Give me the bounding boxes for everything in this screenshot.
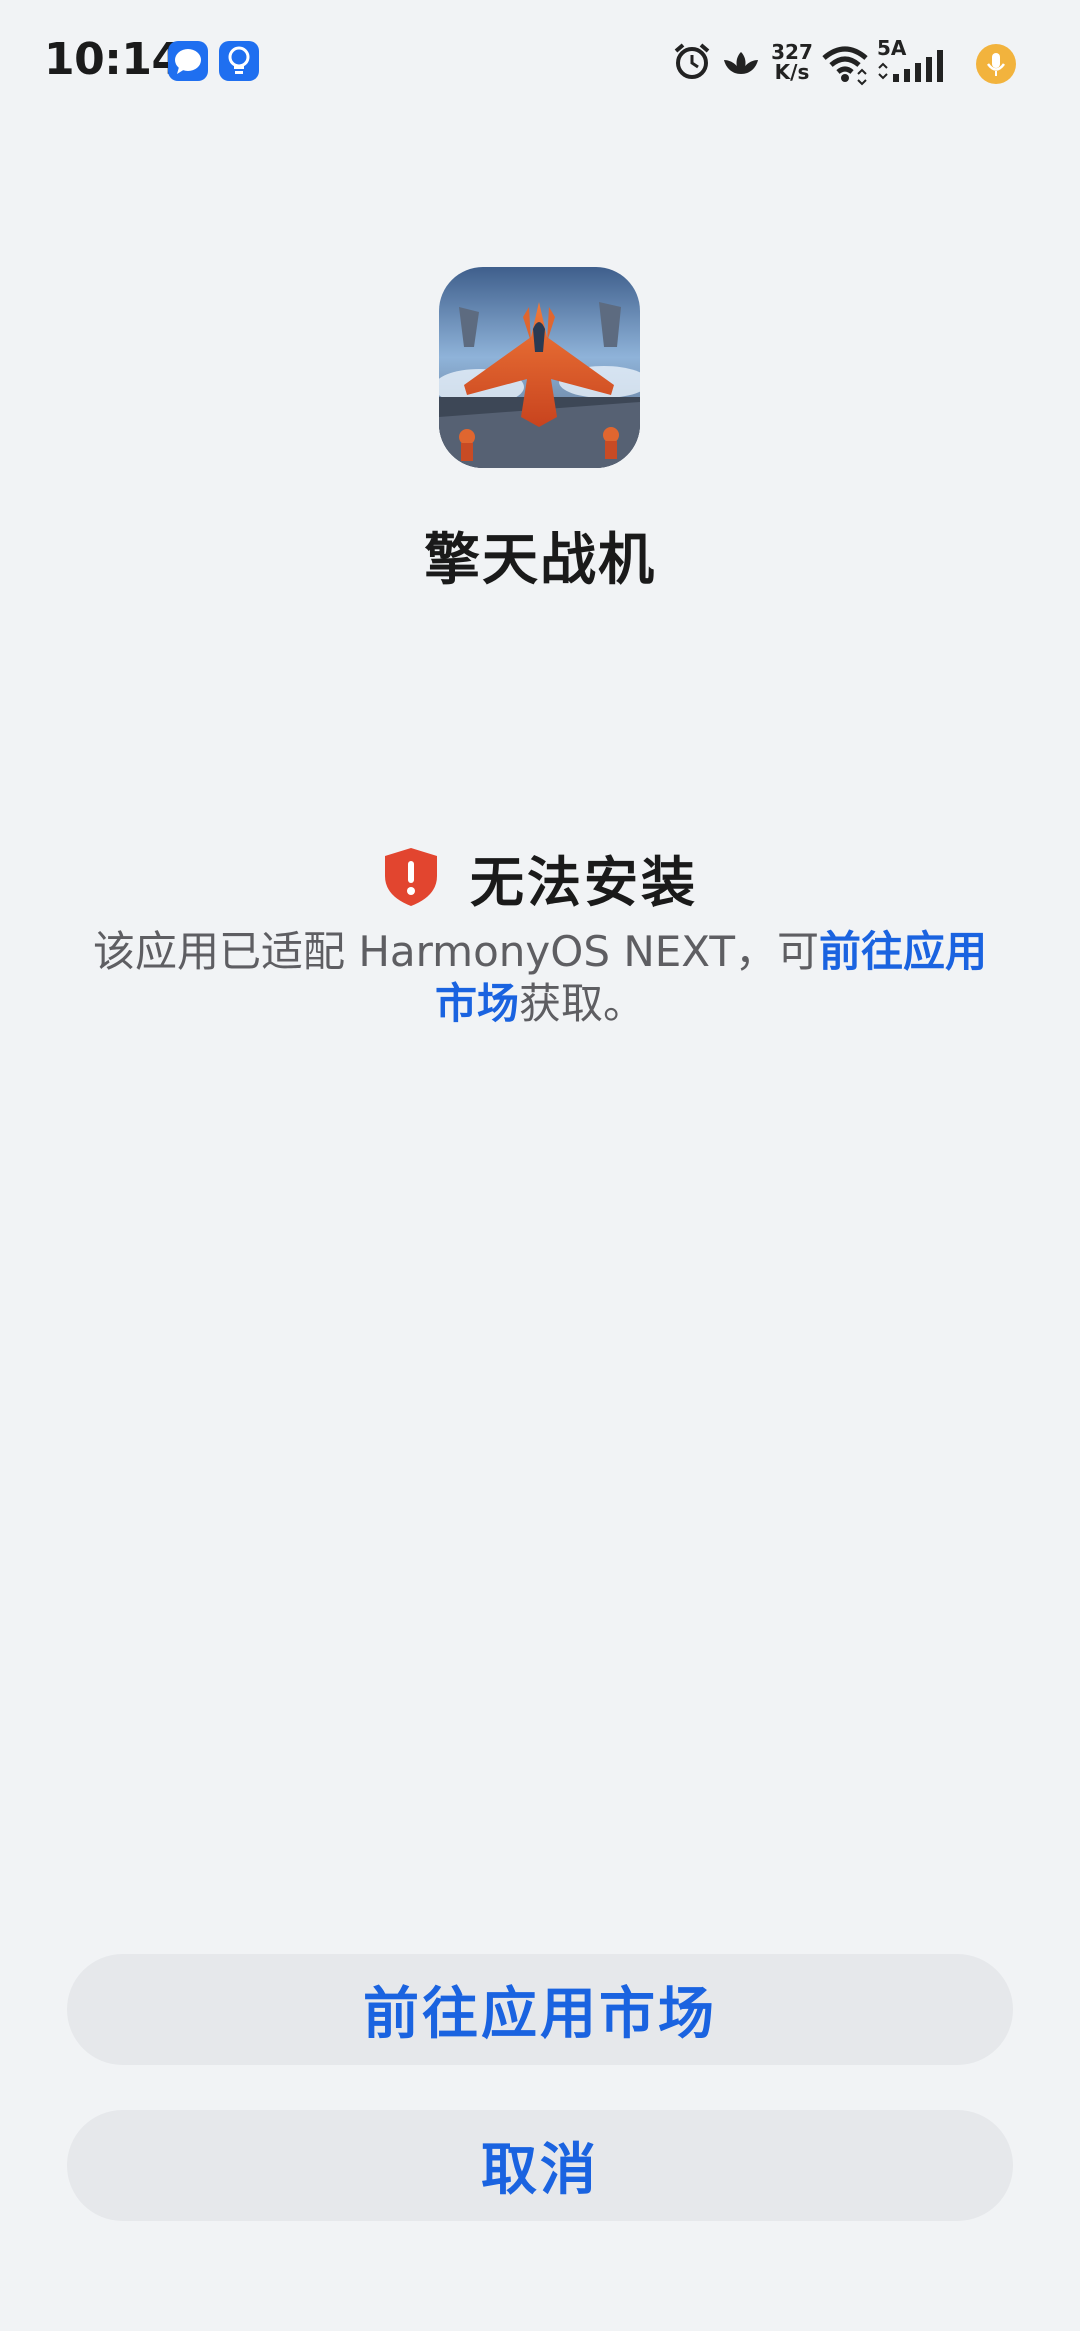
mic-icon: [976, 44, 1016, 84]
shield-alert-icon: [385, 848, 437, 906]
status-bar: 10:14 327 K/s 5A: [0, 0, 1080, 125]
alarm-icon: [672, 36, 712, 90]
bulb-icon: [219, 41, 259, 81]
cancel-button[interactable]: 取消: [67, 2110, 1013, 2221]
net-speed-unit: K/s: [774, 60, 810, 84]
signal-icon: 5A: [877, 36, 949, 90]
go-market-button[interactable]: 前往应用市场: [67, 1954, 1013, 2065]
net-speed-value: 327: [771, 40, 813, 64]
install-error-heading: 无法安装: [0, 842, 1080, 914]
error-desc-prefix: 该应用已适配 HarmonyOS NEXT，可: [92, 927, 819, 976]
error-description: 该应用已适配 HarmonyOS NEXT，可前往应用市场获取。: [80, 926, 1000, 1030]
message-icon: [168, 41, 208, 81]
jet-fighter-app-icon: [439, 267, 640, 468]
error-title: 无法安装: [470, 850, 698, 914]
app-name: 擎天战机: [424, 528, 656, 593]
lotus-icon: [720, 36, 762, 90]
net-speed-indicator: 327 K/s: [770, 42, 814, 96]
error-desc-suffix: 获取。: [519, 979, 646, 1028]
status-time: 10:14: [44, 34, 182, 85]
wifi-icon: [820, 36, 870, 90]
